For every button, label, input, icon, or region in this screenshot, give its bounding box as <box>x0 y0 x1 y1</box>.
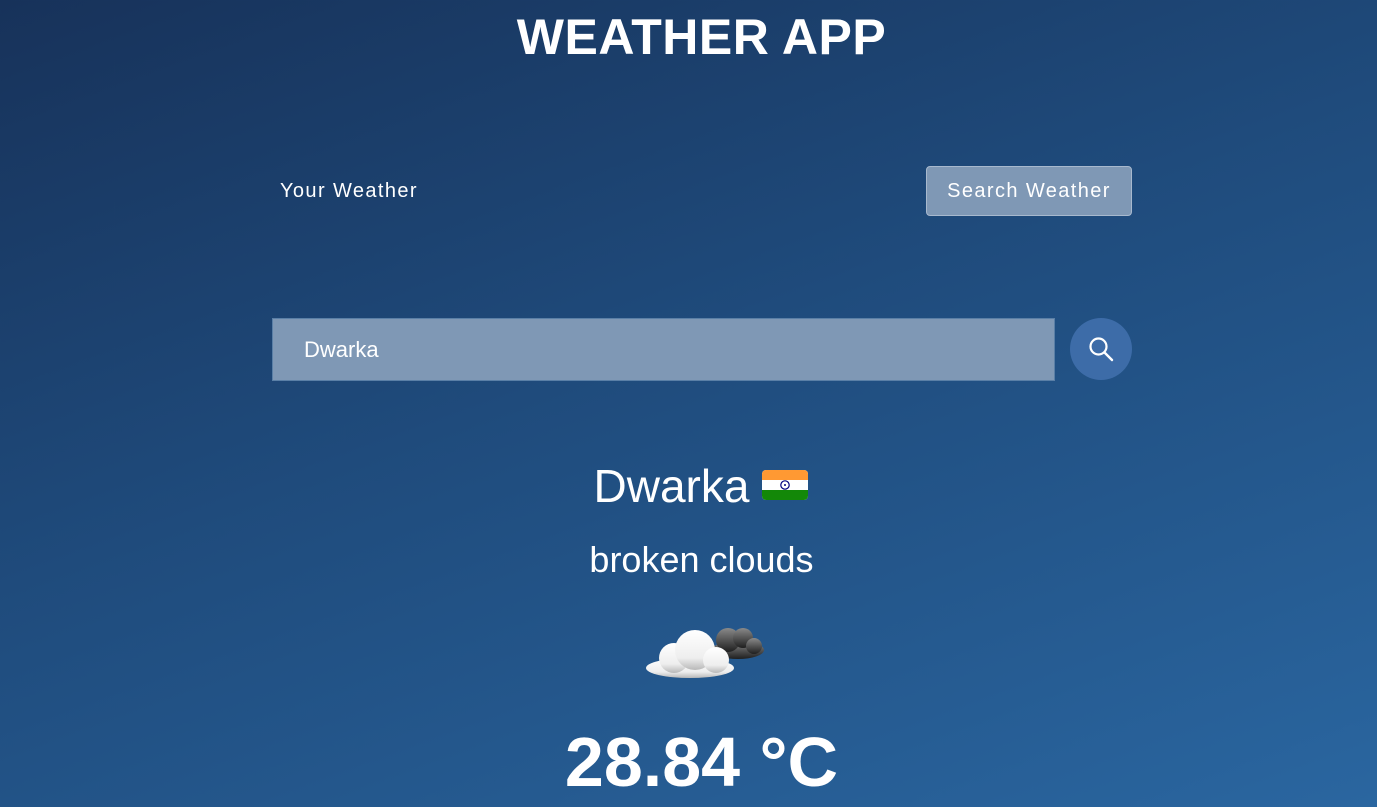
location-heading: Dwarka <box>0 458 1377 518</box>
broken-clouds-icon <box>640 608 768 688</box>
tab-your-weather[interactable]: Your Weather <box>271 166 427 216</box>
city-name: Dwarka <box>593 460 750 512</box>
search-icon <box>1089 337 1114 362</box>
india-flag-icon <box>761 458 809 514</box>
city-search-input[interactable] <box>272 318 1055 381</box>
search-button[interactable] <box>1070 318 1132 380</box>
app-title: WEATHER APP <box>516 9 887 65</box>
temperature-value: 28.84 °C <box>564 723 839 801</box>
weather-description: broken clouds <box>589 539 814 580</box>
tab-search-weather[interactable]: Search Weather <box>926 166 1132 216</box>
